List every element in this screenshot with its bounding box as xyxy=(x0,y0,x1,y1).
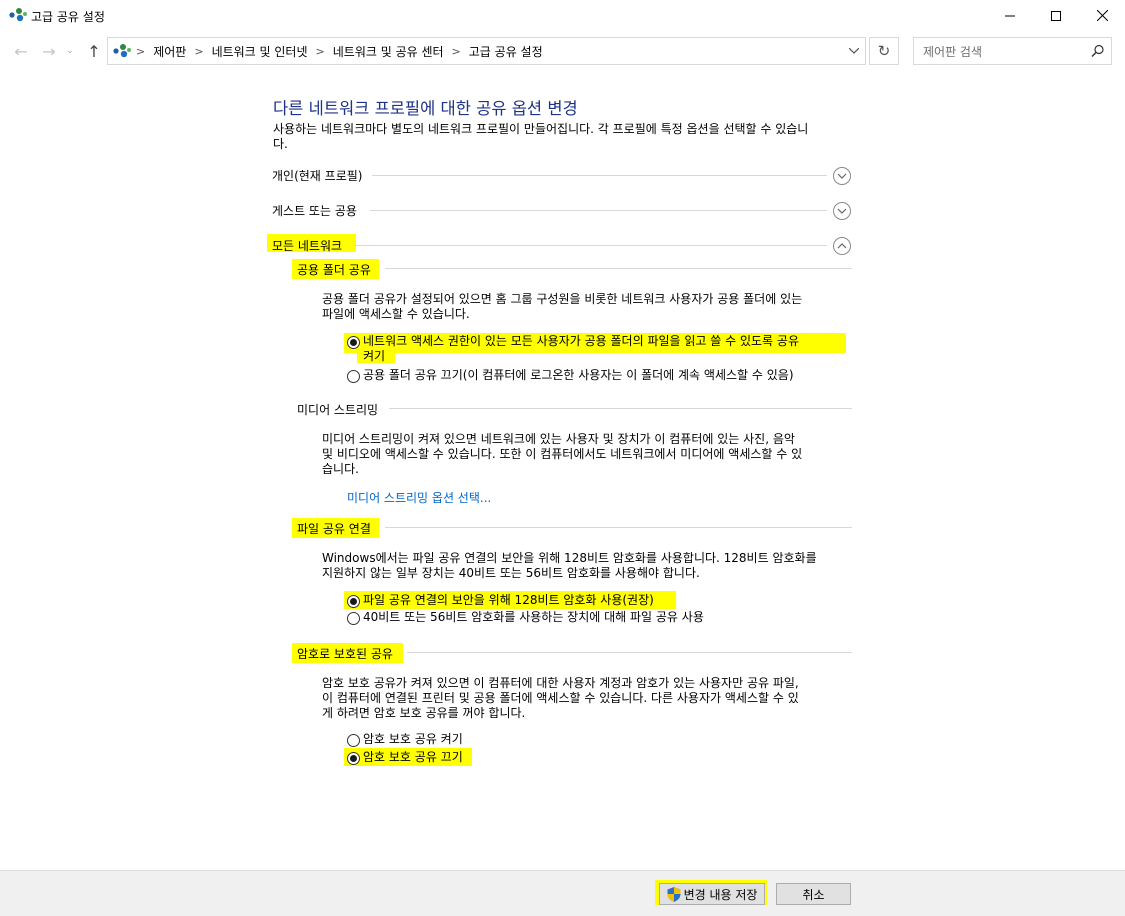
window-title: 고급 공유 설정 xyxy=(31,10,105,24)
radio-label-line: 네트워크 액세스 권한이 있는 모든 사용자가 공용 폴더의 파일을 읽고 쓸 … xyxy=(363,334,799,348)
cancel-button[interactable]: 취소 xyxy=(776,883,851,905)
divider xyxy=(385,268,852,269)
description-line: 파일에 액세스할 수 있습니다. xyxy=(322,307,470,321)
public-folder-off-label[interactable]: 공용 폴더 공유 끄기(이 컴퓨터에 로그온한 사용자는 이 폴더에 계속 액세… xyxy=(363,368,794,383)
description-line: 및 비디오에 액세스할 수 있습니다. 또한 이 컴퓨터에서도 네트워크에서 미… xyxy=(322,447,803,461)
breadcrumb-advanced-sharing[interactable]: 고급 공유 설정 xyxy=(469,43,543,60)
password-sharing-on-label[interactable]: 암호 보호 공유 켜기 xyxy=(363,732,463,747)
description-line: 암호 보호 공유가 켜져 있으면 이 컴퓨터에 대한 사용자 계정과 암호가 있… xyxy=(322,676,799,690)
uac-shield-icon xyxy=(667,886,681,902)
back-button[interactable]: ← xyxy=(11,41,31,61)
address-bar[interactable]: > 제어판 > 네트워크 및 인터넷 > 네트워크 및 공유 센터 > 고급 공… xyxy=(107,37,866,65)
file-sharing-section-header: 파일 공유 연결 xyxy=(292,518,852,538)
chevron-right-icon: > xyxy=(194,44,204,58)
password-sharing-off-radio[interactable] xyxy=(347,752,360,765)
save-button-label: 변경 내용 저장 xyxy=(683,887,758,902)
title-bar xyxy=(0,0,1125,31)
profile-guest-label: 게스트 또는 공용 xyxy=(272,204,357,218)
encryption-40-56-label[interactable]: 40비트 또는 56비트 암호화를 사용하는 장치에 대해 파일 공유 사용 xyxy=(363,610,704,625)
network-app-icon xyxy=(9,8,27,22)
password-sharing-section-header: 암호로 보호된 공유 xyxy=(292,643,852,663)
footer-bar xyxy=(0,870,1125,916)
media-streaming-title: 미디어 스트리밍 xyxy=(297,403,379,417)
description-line: 공용 폴더 공유가 설정되어 있으면 홈 그룹 구성원을 비롯한 네트워크 사용… xyxy=(322,292,803,306)
chevron-down-icon xyxy=(849,48,859,54)
public-folder-on-radio[interactable] xyxy=(347,336,360,349)
description-line: 습니다. xyxy=(322,462,359,476)
password-sharing-on-radio[interactable] xyxy=(347,734,360,747)
description-line: Windows에서는 파일 공유 연결의 보안을 위해 128비트 암호화를 사… xyxy=(322,551,817,565)
chevron-right-icon: > xyxy=(451,44,461,58)
expand-chevron-icon[interactable] xyxy=(833,167,851,185)
network-location-icon xyxy=(113,44,131,58)
radio-label-line: 켜기 xyxy=(363,349,386,363)
profile-all-networks-header[interactable]: 모든 네트워크 xyxy=(267,234,852,256)
public-folder-off-radio[interactable] xyxy=(347,370,360,383)
profile-private-label: 개인(현재 프로필) xyxy=(272,169,363,183)
media-streaming-options-link[interactable]: 미디어 스트리밍 옵션 선택... xyxy=(347,489,491,506)
intro-text: 사용하는 네트워크마다 별도의 네트워크 프로필이 만들어집니다. 각 프로필에… xyxy=(273,122,863,152)
up-button[interactable]: ↑ xyxy=(84,41,104,61)
refresh-button[interactable]: ↻ xyxy=(869,37,899,65)
search-input[interactable] xyxy=(914,38,1095,66)
close-icon xyxy=(1096,10,1108,21)
encryption-128-radio[interactable] xyxy=(347,595,360,608)
media-streaming-description: 미디어 스트리밍이 켜져 있으면 네트워크에 있는 사용자 및 장치가 이 컴퓨… xyxy=(322,432,852,477)
close-button[interactable] xyxy=(1079,0,1125,31)
address-dropdown-button[interactable] xyxy=(843,38,865,64)
encryption-40-56-radio[interactable] xyxy=(347,612,360,625)
file-sharing-description: Windows에서는 파일 공유 연결의 보안을 위해 128비트 암호화를 사… xyxy=(322,551,852,581)
divider xyxy=(407,652,852,653)
media-streaming-section-header: 미디어 스트리밍 xyxy=(297,399,852,419)
breadcrumb-control-panel[interactable]: 제어판 xyxy=(153,43,186,60)
public-folder-title: 공용 폴더 공유 xyxy=(297,263,371,277)
breadcrumb-network-sharing-center[interactable]: 네트워크 및 공유 센터 xyxy=(333,43,444,60)
password-sharing-off-label[interactable]: 암호 보호 공유 끄기 xyxy=(363,750,463,765)
page-title: 다른 네트워크 프로필에 대한 공유 옵션 변경 xyxy=(273,99,578,118)
collapse-chevron-icon[interactable] xyxy=(833,237,851,255)
intro-line: 사용하는 네트워크마다 별도의 네트워크 프로필이 만들어집니다. 각 프로필에… xyxy=(273,122,809,136)
encryption-128-label[interactable]: 파일 공유 연결의 보안을 위해 128비트 암호화 사용(권장) xyxy=(363,593,654,608)
breadcrumb-network-internet[interactable]: 네트워크 및 인터넷 xyxy=(212,43,308,60)
password-sharing-title: 암호로 보호된 공유 xyxy=(297,647,393,661)
recent-locations-button[interactable]: ⌄ xyxy=(63,42,77,60)
profile-all-networks-label: 모든 네트워크 xyxy=(272,239,343,253)
expand-chevron-icon[interactable] xyxy=(833,202,851,220)
divider xyxy=(385,527,852,528)
divider xyxy=(370,210,827,211)
password-sharing-description: 암호 보호 공유가 켜져 있으면 이 컴퓨터에 대한 사용자 계정과 암호가 있… xyxy=(322,676,852,721)
public-folder-on-label[interactable]: 네트워크 액세스 권한이 있는 모든 사용자가 공용 폴더의 파일을 읽고 쓸 … xyxy=(363,334,799,364)
divider xyxy=(372,175,827,176)
description-line: 지원하지 않는 일부 장치는 40비트 또는 56비트 암호화를 사용해야 합니… xyxy=(322,566,700,580)
back-arrow-icon: ← xyxy=(14,41,28,61)
chevron-right-icon: > xyxy=(315,44,325,58)
search-box[interactable] xyxy=(913,37,1112,66)
description-line: 이 컴퓨터에 연결된 프린터 및 공용 폴더에 액세스할 수 있습니다. 다른 … xyxy=(322,691,799,705)
search-icon xyxy=(1091,44,1104,57)
divider xyxy=(354,245,827,246)
chevron-right-icon: > xyxy=(136,44,146,58)
public-folder-section-header: 공용 폴더 공유 xyxy=(292,259,852,279)
file-sharing-title: 파일 공유 연결 xyxy=(297,522,371,536)
description-line: 게 하려면 암호 보호 공유를 꺼야 합니다. xyxy=(322,706,526,720)
maximize-icon xyxy=(1051,10,1061,21)
profile-guest-header[interactable]: 게스트 또는 공용 xyxy=(272,199,852,221)
minimize-button[interactable] xyxy=(987,0,1033,31)
save-changes-button[interactable]: 변경 내용 저장 xyxy=(659,883,765,905)
up-arrow-icon: ↑ xyxy=(87,41,101,61)
intro-line: 다. xyxy=(273,137,288,151)
public-folder-description: 공용 폴더 공유가 설정되어 있으면 홈 그룹 구성원을 비롯한 네트워크 사용… xyxy=(322,292,852,322)
maximize-button[interactable] xyxy=(1033,0,1079,31)
description-line: 미디어 스트리밍이 켜져 있으면 네트워크에 있는 사용자 및 장치가 이 컴퓨… xyxy=(322,432,795,446)
forward-button[interactable]: → xyxy=(39,41,59,61)
chevron-down-icon: ⌄ xyxy=(66,46,74,56)
divider xyxy=(389,408,852,409)
profile-private-header[interactable]: 개인(현재 프로필) xyxy=(272,164,852,186)
refresh-icon: ↻ xyxy=(877,42,891,60)
forward-arrow-icon: → xyxy=(42,41,56,61)
minimize-icon xyxy=(1005,15,1015,16)
